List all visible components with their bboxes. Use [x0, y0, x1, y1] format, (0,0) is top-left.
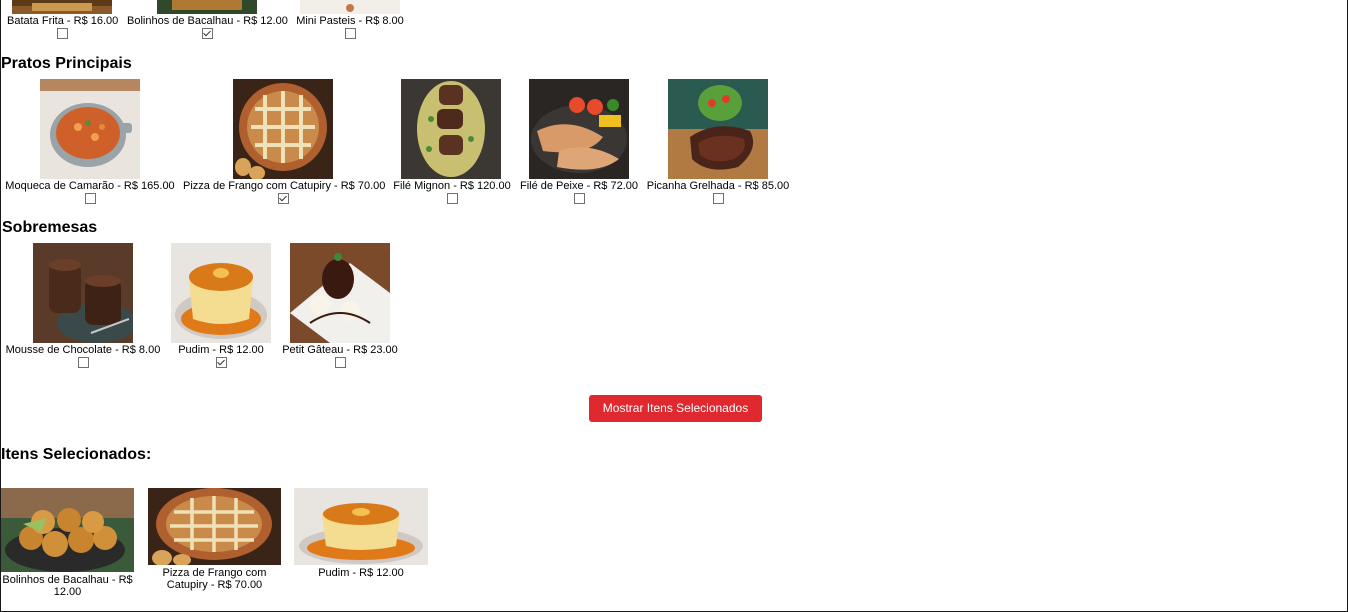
menu-item-label: Filé Mignon - R$ 120.00 [393, 180, 511, 192]
menu-item-file-mignon: Filé Mignon - R$ 120.00 [392, 180, 512, 204]
menu-item-pudim: Pudim - R$ 12.00 [166, 344, 276, 368]
menu-item-bolinhos-bacalhau: Bolinhos de Bacalhau - R$ 12.00 [127, 15, 288, 39]
item-checkbox-petit-gateau[interactable] [334, 357, 346, 368]
menu-item-label: Mini Pasteis - R$ 8.00 [296, 15, 404, 27]
menu-item-label: Petit Gâteau - R$ 23.00 [282, 344, 398, 356]
menu-item-label: Pudim - R$ 12.00 [178, 344, 264, 356]
selected-image-bolinhos [1, 488, 134, 572]
section-title-selected: Itens Selecionados: [1, 446, 152, 463]
menu-item-moqueca: Moqueca de Camarão - R$ 165.00 [3, 180, 177, 204]
selected-image-pizza [148, 488, 281, 565]
section-title-sobremesas: Sobremesas [2, 219, 98, 236]
item-checkbox-bolinhos-bacalhau[interactable] [201, 28, 213, 39]
food-image-moqueca [40, 79, 140, 179]
menu-item-file-peixe: Filé de Peixe - R$ 72.00 [519, 180, 639, 204]
menu-item-label: Picanha Grelhada - R$ 85.00 [646, 180, 790, 192]
food-image-pizza-frango [233, 79, 333, 179]
food-image-mini-pasteis [300, 0, 400, 14]
menu-item-label: Batata Frita - R$ 16.00 [7, 15, 119, 27]
selected-item-label-pudim: Pudim - R$ 12.00 [318, 567, 404, 579]
item-checkbox-picanha[interactable] [712, 193, 724, 204]
item-checkbox-pudim[interactable] [215, 357, 227, 368]
item-checkbox-moqueca[interactable] [84, 193, 96, 204]
menu-item-batata-frita: Batata Frita - R$ 16.00 [7, 15, 119, 39]
menu-item-label: Filé de Peixe - R$ 72.00 [519, 180, 638, 192]
food-image-petit-gateau [290, 243, 390, 343]
food-image-pudim [171, 243, 271, 343]
menu-item-mousse: Mousse de Chocolate - R$ 8.00 [3, 344, 163, 368]
show-selected-button[interactable]: Mostrar Itens Selecionados [589, 395, 762, 422]
menu-item-petit-gateau: Petit Gâteau - R$ 23.00 [280, 344, 400, 368]
section-title-pratos: Pratos Principais [1, 55, 132, 72]
selected-item-label-bolinhos: Bolinhos de Bacalhau - R$ 12.00 [2, 574, 133, 598]
food-image-file-mignon [401, 79, 501, 179]
food-image-picanha [668, 79, 768, 179]
food-image-batata-frita [12, 0, 112, 14]
item-checkbox-file-mignon[interactable] [446, 193, 458, 204]
food-image-mousse [33, 243, 133, 343]
item-checkbox-file-peixe[interactable] [573, 193, 585, 204]
menu-item-label: Mousse de Chocolate - R$ 8.00 [5, 344, 161, 356]
item-checkbox-mousse[interactable] [77, 357, 89, 368]
item-checkbox-pizza-frango[interactable] [277, 193, 289, 204]
menu-item-label: Moqueca de Camarão - R$ 165.00 [5, 180, 175, 192]
menu-item-label: Bolinhos de Bacalhau - R$ 12.00 [127, 15, 288, 27]
item-checkbox-mini-pasteis[interactable] [344, 28, 356, 39]
selected-item-label-pizza: Pizza de Frango com Catupiry - R$ 70.00 [162, 567, 267, 591]
selected-image-pudim [294, 488, 428, 565]
menu-item-label: Pizza de Frango com Catupiry - R$ 70.00 [183, 180, 386, 192]
food-image-bolinhos-bacalhau [157, 0, 257, 14]
food-image-file-peixe [529, 79, 629, 179]
menu-item-picanha: Picanha Grelhada - R$ 85.00 [643, 180, 793, 204]
item-checkbox-batata-frita[interactable] [56, 28, 68, 39]
menu-item-mini-pasteis: Mini Pasteis - R$ 8.00 [295, 15, 405, 39]
menu-item-pizza-frango: Pizza de Frango com Catupiry - R$ 70.00 [183, 180, 386, 204]
